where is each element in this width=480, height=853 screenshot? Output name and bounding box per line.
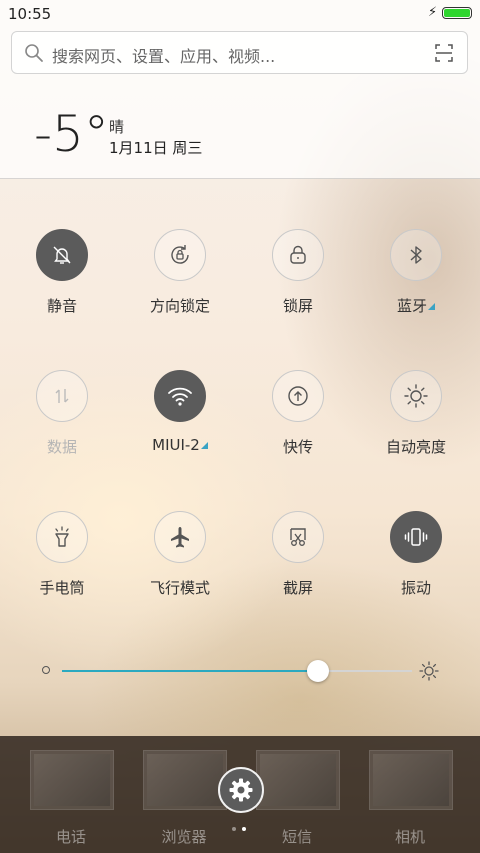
app-name: 相机 <box>394 828 425 846</box>
page-indicator <box>232 827 252 833</box>
gear-icon <box>229 778 253 802</box>
flashlight-icon <box>55 526 69 547</box>
toggle-wifi[interactable]: MIUI-2 <box>121 370 239 454</box>
battery-icon <box>442 7 472 19</box>
search-placeholder: 搜索网页、设置、应用、视频... <box>52 47 276 66</box>
toggle-label: 振动 <box>400 579 431 597</box>
toggle-label: 自动亮度 <box>385 438 446 456</box>
toggle-label: 飞行模式 <box>149 579 210 597</box>
dock-app-camera[interactable]: 相机 <box>369 750 453 847</box>
dock-app-messages[interactable]: 短信 <box>256 750 340 847</box>
dock-app-browser[interactable]: 浏览器 <box>143 750 227 847</box>
toggle-label: MIUI-2 <box>152 436 200 454</box>
app-thumbnail <box>30 750 114 810</box>
toggle-label: 截屏 <box>282 579 313 597</box>
toggle-label: 蓝牙 <box>396 297 427 315</box>
weather-condition: 晴 <box>109 118 125 136</box>
vibrate-icon <box>404 528 428 546</box>
toggle-label: 快传 <box>282 438 313 456</box>
toggle-label: 静音 <box>46 297 77 315</box>
brightness-low-icon <box>42 666 50 674</box>
settings-button[interactable] <box>218 767 264 813</box>
brightness-thumb[interactable] <box>306 660 329 682</box>
page-dot <box>232 827 236 831</box>
toggle-label: 锁屏 <box>282 297 313 315</box>
auto-brightness-icon <box>404 384 428 408</box>
temperature[interactable]: -5° <box>34 108 109 160</box>
brightness-fill <box>62 670 318 672</box>
date-label[interactable]: 1月11日 周三 <box>109 137 202 158</box>
app-name: 短信 <box>281 828 312 846</box>
toggle-airplane-mode[interactable]: 飞行模式 <box>121 511 239 598</box>
toggle-vibrate[interactable]: 振动 <box>357 511 475 598</box>
more-indicator-icon <box>200 442 208 449</box>
app-name: 电话 <box>55 828 86 846</box>
quick-transfer-icon <box>288 386 308 406</box>
toggle-rotation-lock[interactable]: 方向锁定 <box>121 229 239 316</box>
lock-icon <box>290 245 306 264</box>
page-dot-active <box>242 827 246 831</box>
toggle-label: 手电筒 <box>39 579 85 597</box>
toggle-quick-transfer[interactable]: 快传 <box>239 370 357 457</box>
airplane-icon <box>171 527 189 548</box>
toggle-screenshot[interactable]: 截屏 <box>239 511 357 598</box>
rotation-lock-icon <box>171 245 189 264</box>
bell-off-icon <box>53 246 71 264</box>
search-icon <box>25 44 43 62</box>
brightness-track[interactable] <box>62 670 412 672</box>
toggle-lock-screen[interactable]: 锁屏 <box>239 229 357 316</box>
dock-app-phone[interactable]: 电话 <box>30 750 114 847</box>
charging-icon: ⚡ <box>428 5 438 20</box>
app-thumbnail <box>143 750 227 810</box>
bluetooth-icon <box>410 246 422 264</box>
wifi-icon <box>168 387 192 406</box>
status-bar: 10:55 ⚡ <box>0 0 480 26</box>
more-indicator-icon <box>428 303 435 310</box>
screenshot-icon <box>290 528 306 546</box>
toggle-flashlight[interactable]: 手电筒 <box>3 511 121 598</box>
search-bar[interactable]: 搜索网页、设置、应用、视频... <box>11 31 468 74</box>
app-name: 浏览器 <box>161 828 207 846</box>
mobile-data-icon <box>55 389 69 403</box>
toggle-auto-brightness[interactable]: 自动亮度 <box>357 370 475 457</box>
app-thumbnail <box>369 750 453 810</box>
notification-header-panel: 搜索网页、设置、应用、视频... -5° 晴 1月11日 周三 <box>0 0 480 179</box>
brightness-slider[interactable] <box>40 660 440 682</box>
scan-icon[interactable] <box>435 44 453 62</box>
toggle-bluetooth[interactable]: 蓝牙 <box>357 229 475 316</box>
toggle-label: 方向锁定 <box>149 297 210 315</box>
toggle-label: 数据 <box>46 438 77 456</box>
app-thumbnail <box>256 750 340 810</box>
brightness-high-icon <box>419 661 439 681</box>
toggle-mobile-data[interactable]: 数据 <box>3 370 121 457</box>
status-time: 10:55 <box>8 5 52 23</box>
toggle-mute[interactable]: 静音 <box>3 229 121 316</box>
